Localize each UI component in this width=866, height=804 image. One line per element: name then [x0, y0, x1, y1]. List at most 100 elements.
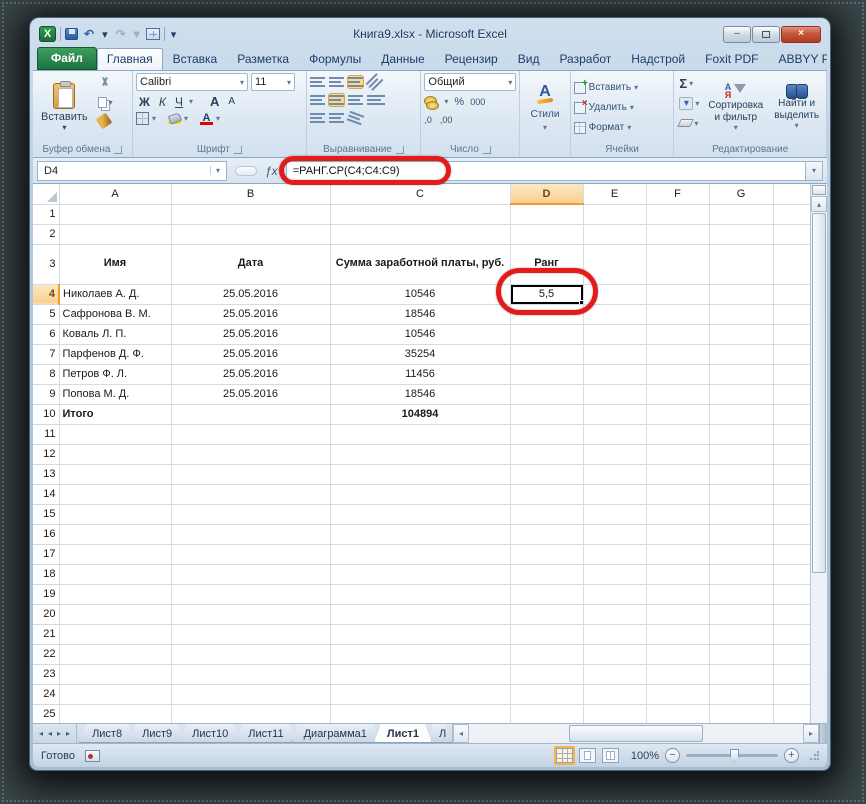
cell-B21[interactable] — [171, 624, 331, 645]
row-header-7[interactable]: 7 — [33, 344, 60, 365]
cell-E10[interactable] — [583, 404, 647, 425]
cell-G11[interactable] — [709, 424, 774, 445]
align-right-icon[interactable] — [347, 93, 363, 106]
bold-button[interactable]: Ж — [136, 93, 153, 110]
undo-icon[interactable]: ↶ — [82, 27, 96, 41]
accounting-format-icon[interactable] — [424, 95, 440, 110]
cell-D22[interactable] — [510, 644, 584, 665]
cell-C11[interactable] — [330, 424, 511, 445]
cell-B14[interactable] — [171, 484, 331, 505]
cell-G4[interactable] — [709, 284, 774, 305]
cell-clip15[interactable] — [773, 504, 811, 525]
cell-F19[interactable] — [646, 584, 710, 605]
cell-clip24[interactable] — [773, 684, 811, 705]
cell-clip1[interactable] — [773, 204, 811, 225]
ribbon-tab-Формулы[interactable]: Формулы — [299, 48, 371, 70]
cell-A19[interactable] — [59, 584, 172, 605]
excel-logo-icon[interactable]: X — [39, 26, 56, 42]
select-all-corner[interactable] — [33, 184, 60, 205]
cell-B24[interactable] — [171, 684, 331, 705]
zoom-in-icon[interactable]: + — [784, 748, 799, 763]
last-sheet-icon[interactable]: ▸ — [64, 729, 72, 738]
cell-C15[interactable] — [330, 504, 511, 525]
cell-C16[interactable] — [330, 524, 511, 545]
save-icon[interactable] — [65, 28, 78, 40]
cell-clip22[interactable] — [773, 644, 811, 665]
close-button[interactable]: × — [781, 25, 821, 43]
font-name-combo[interactable]: Calibri ▾ — [136, 73, 248, 91]
cell-F10[interactable] — [646, 404, 710, 425]
cell-A18[interactable] — [59, 564, 172, 585]
cell-E2[interactable] — [583, 224, 647, 245]
cell-B19[interactable] — [171, 584, 331, 605]
row-header-19[interactable]: 19 — [33, 584, 60, 605]
worksheet-grid[interactable]: A B C D E F G 1 2 3 Имя Дата Сумма заработной платы,… — [33, 184, 827, 723]
cell-C21[interactable] — [330, 624, 511, 645]
italic-button[interactable]: К — [156, 93, 169, 110]
restore-button[interactable] — [752, 25, 780, 43]
cell-D16[interactable] — [510, 524, 584, 545]
cell-clip14[interactable] — [773, 484, 811, 505]
cell-F5[interactable] — [646, 304, 710, 325]
cell-C13[interactable] — [330, 464, 511, 485]
cell-F23[interactable] — [646, 664, 710, 685]
cell-B18[interactable] — [171, 564, 331, 585]
cell-C12[interactable] — [330, 444, 511, 465]
cell-clip19[interactable] — [773, 584, 811, 605]
cell-A21[interactable] — [59, 624, 172, 645]
row-header-16[interactable]: 16 — [33, 524, 60, 545]
find-select-button[interactable]: Найти и выделить ▾ — [770, 73, 823, 142]
cell-G13[interactable] — [709, 464, 774, 485]
cell-E5[interactable] — [583, 304, 647, 325]
cell-G7[interactable] — [709, 344, 774, 365]
ribbon-tab-Foxit PDF[interactable]: Foxit PDF — [695, 48, 768, 70]
cell-G16[interactable] — [709, 524, 774, 545]
cell-A12[interactable] — [59, 444, 172, 465]
cell-E25[interactable] — [583, 704, 647, 723]
cell-clip2[interactable] — [773, 224, 811, 245]
clipboard-dialog-launcher[interactable] — [114, 145, 123, 154]
sheet-tab-Диаграмма1[interactable]: Диаграмма1 — [291, 724, 380, 743]
underline-button[interactable]: Ч — [172, 93, 186, 110]
cell-E14[interactable] — [583, 484, 647, 505]
cell-G24[interactable] — [709, 684, 774, 705]
cell-F4[interactable] — [646, 284, 710, 305]
ribbon-tab-Рецензир[interactable]: Рецензир — [435, 48, 508, 70]
cell-A22[interactable] — [59, 644, 172, 665]
cell-C9[interactable]: 18546 — [329, 383, 511, 405]
sort-filter-button[interactable]: АЯ Сортировка и фильтр ▾ — [704, 73, 767, 142]
cell-clip25[interactable] — [773, 704, 811, 723]
resize-grip[interactable] — [809, 750, 819, 761]
cell-G5[interactable] — [709, 304, 774, 325]
clear-button[interactable]: ▾ — [677, 115, 701, 131]
fill-button[interactable]: ▾ ▾ — [677, 95, 701, 111]
row-header-14[interactable]: 14 — [33, 484, 60, 505]
cell-B17[interactable] — [171, 544, 331, 565]
cell-B4[interactable]: 25.05.2016 — [170, 283, 331, 305]
cell-A13[interactable] — [59, 464, 172, 485]
redo-dropdown-icon[interactable]: ▾ — [132, 27, 142, 41]
cell-C8[interactable]: 11456 — [329, 363, 511, 385]
cell-C20[interactable] — [330, 604, 511, 625]
font-color-button[interactable]: А — [200, 112, 214, 125]
cell-F11[interactable] — [646, 424, 710, 445]
cell-G14[interactable] — [709, 484, 774, 505]
cell-G1[interactable] — [709, 204, 774, 225]
align-middle-icon[interactable] — [328, 75, 344, 88]
cell-G3[interactable] — [709, 244, 774, 285]
cell-C17[interactable] — [330, 544, 511, 565]
cell-D13[interactable] — [510, 464, 584, 485]
cell-A11[interactable] — [59, 424, 172, 445]
cell-F3[interactable] — [646, 244, 710, 285]
underline-dropdown-icon[interactable]: ▾ — [189, 97, 193, 106]
cell-B9[interactable]: 25.05.2016 — [170, 383, 331, 405]
cell-clip21[interactable] — [773, 624, 811, 645]
cell-G23[interactable] — [709, 664, 774, 685]
row-header-3[interactable]: 3 — [33, 244, 60, 285]
cell-B7[interactable]: 25.05.2016 — [170, 343, 331, 365]
ribbon-tab-Вставка[interactable]: Вставка — [163, 48, 228, 70]
number-dialog-launcher[interactable] — [482, 145, 491, 154]
cell-B20[interactable] — [171, 604, 331, 625]
increase-decimal-icon[interactable]: ,0 — [424, 116, 432, 125]
normal-view-icon[interactable] — [553, 746, 575, 765]
